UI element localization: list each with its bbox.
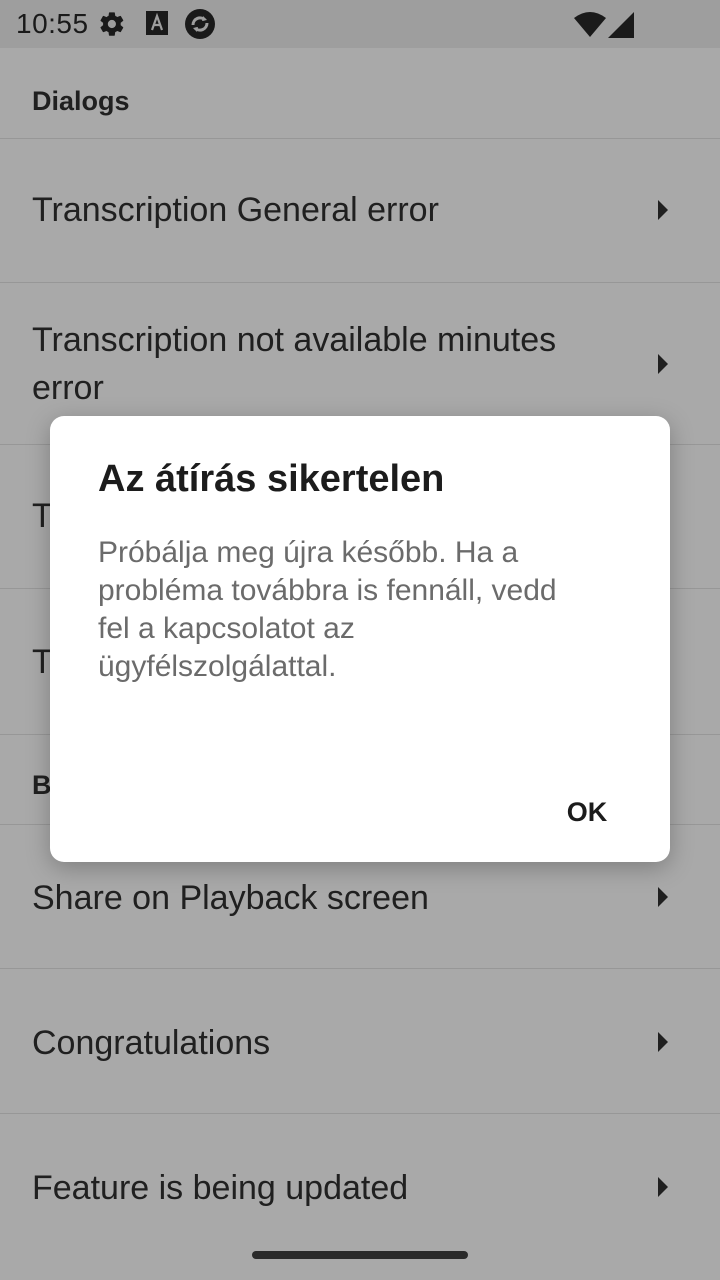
list-item-label: Transcription not available minutes erro… [32, 321, 557, 407]
chevron-right-icon [658, 354, 668, 374]
font-icon [145, 10, 169, 41]
list-item-transcription-general-error[interactable]: Transcription General error [0, 138, 720, 283]
dialog-title: Az átírás sikertelen [98, 458, 445, 500]
chevron-right-icon [658, 887, 668, 907]
section-header-label: Dialogs [32, 86, 130, 116]
status-time: 10:55 [16, 8, 89, 39]
chevron-right-icon [658, 1177, 668, 1197]
list-item-congratulations[interactable]: Congratulations [0, 969, 720, 1114]
sync-icon [184, 8, 216, 45]
list-item-label: Share on Playback screen [32, 879, 429, 917]
section-header-dialogs: Dialogs [0, 48, 720, 139]
list-item-label: Feature is being updated [32, 1169, 409, 1207]
transcription-failed-dialog: Az átírás sikertelen Próbálja meg újra k… [50, 416, 670, 862]
dialog-message: Próbálja meg újra később. Ha a probléma … [98, 536, 557, 683]
wifi-icon [574, 12, 606, 43]
chevron-right-icon [658, 200, 668, 220]
chevron-right-icon [658, 1032, 668, 1052]
list-item-label: Transcription General error [32, 191, 439, 229]
signal-icon [608, 12, 634, 43]
status-bar: 10:55 [0, 0, 720, 48]
list-item-label: Congratulations [32, 1024, 271, 1062]
gesture-navigation-bar[interactable] [252, 1251, 468, 1259]
ok-button[interactable]: OK [550, 786, 624, 838]
gear-icon [98, 10, 126, 43]
section-header-label: B [32, 770, 52, 800]
